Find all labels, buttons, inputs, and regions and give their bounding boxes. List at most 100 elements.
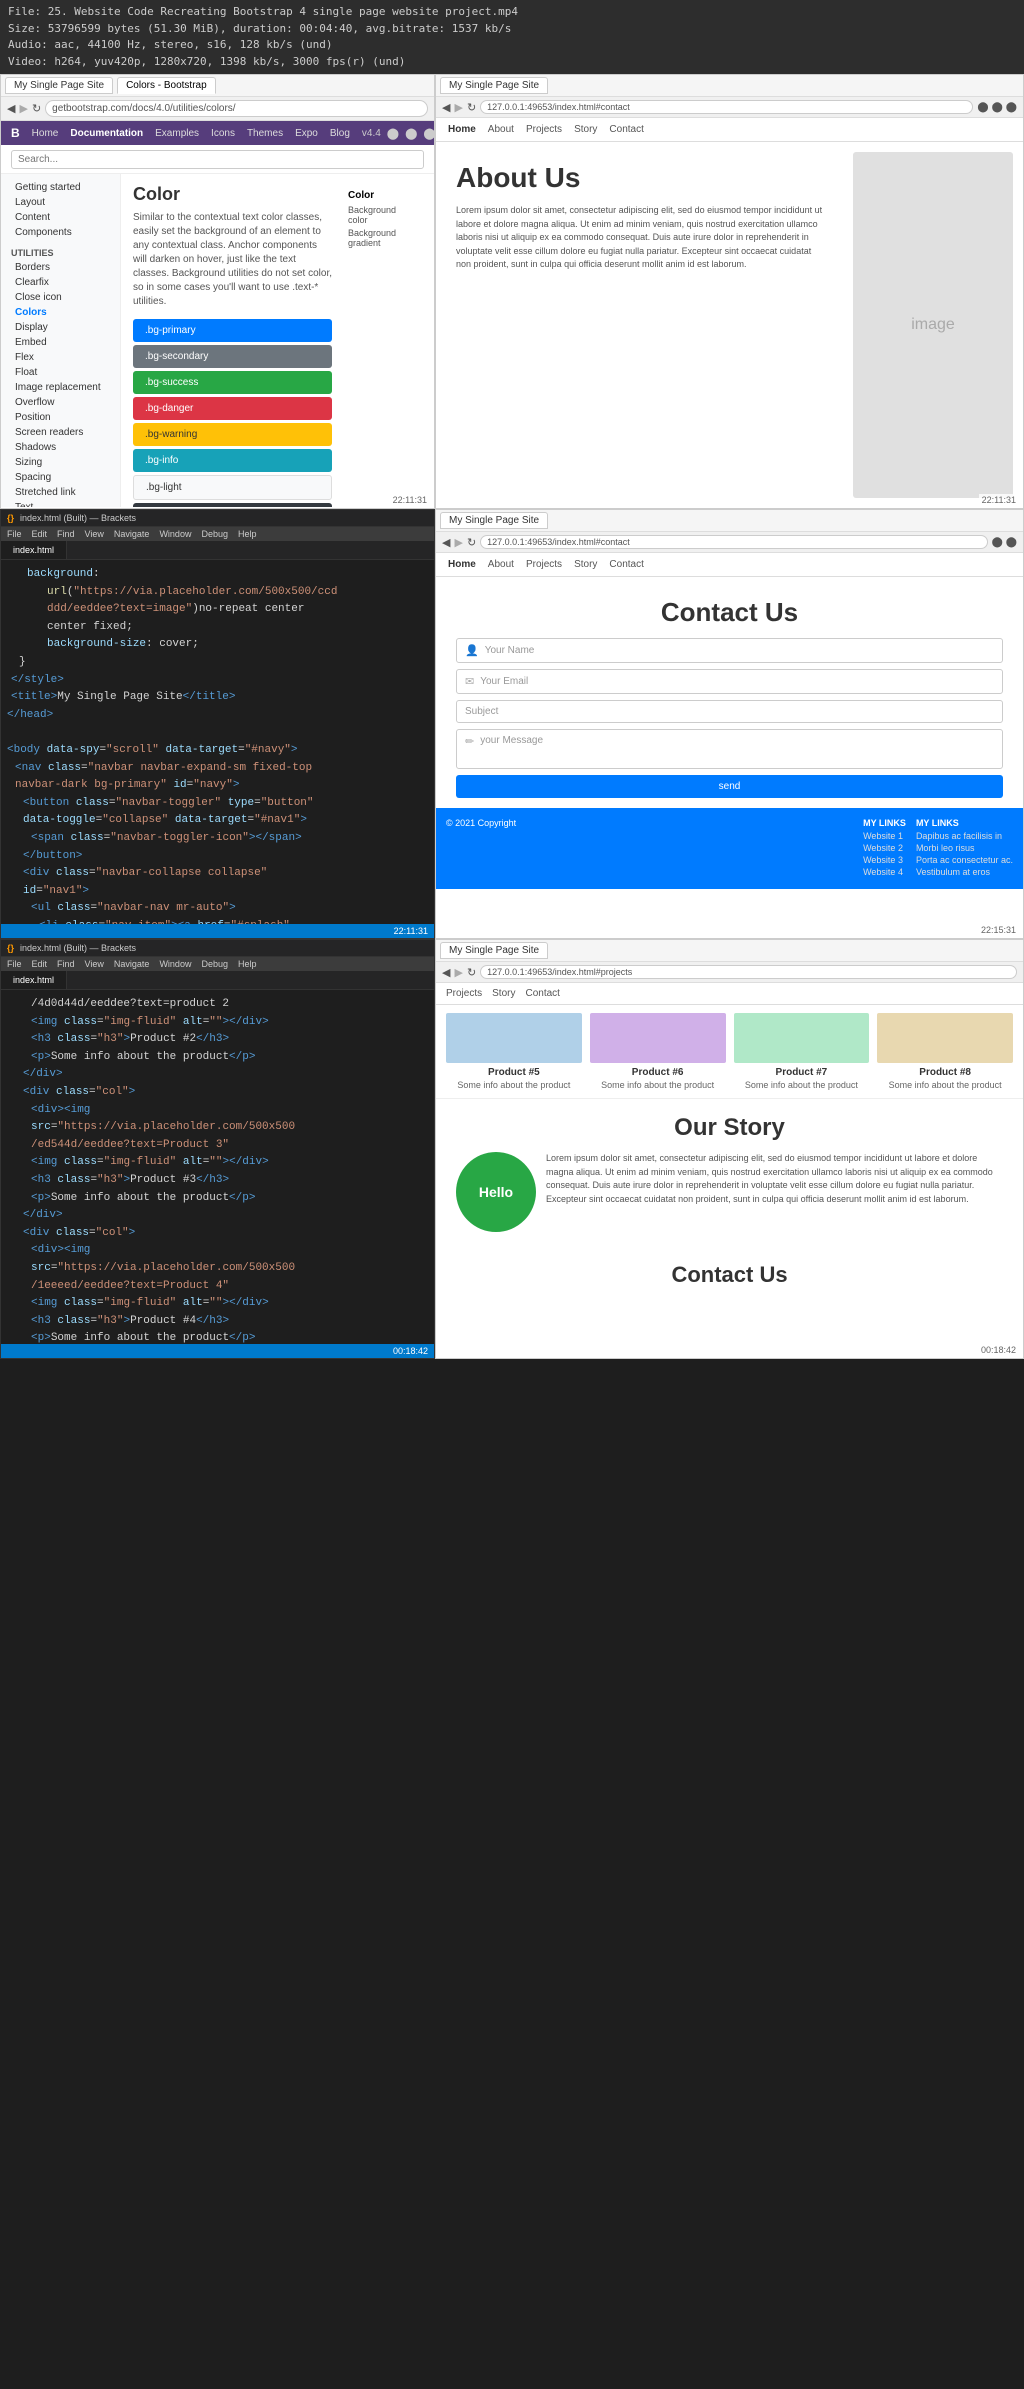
footer-link-website3[interactable]: Website 3 (863, 855, 906, 865)
about-nav-brand[interactable]: Home (448, 124, 476, 135)
bs-sidebar-sizing[interactable]: Sizing (1, 455, 120, 470)
footer-link-porta[interactable]: Porta ac consectetur ac. (916, 855, 1013, 865)
footer-link-website2[interactable]: Website 2 (863, 843, 906, 853)
menu-file-3[interactable]: File (7, 959, 22, 969)
menu-find-1[interactable]: Find (57, 529, 75, 539)
brackets-header-1: {} index.html (Built) — Brackets (1, 510, 434, 527)
contact-tab[interactable]: My Single Page Site (440, 512, 548, 529)
products-nav-story[interactable]: Story (492, 988, 515, 999)
bs-sidebar-spacing[interactable]: Spacing (1, 470, 120, 485)
contact-us-bottom: Contact Us (436, 1247, 1023, 1303)
bs-sidebar-getting-started[interactable]: Getting started (1, 180, 120, 195)
menu-window-3[interactable]: Window (159, 959, 191, 969)
bs-sidebar-components[interactable]: Components (1, 225, 120, 240)
bs-sidebar-layout[interactable]: Layout (1, 195, 120, 210)
bs-nav-home[interactable]: Home (32, 128, 59, 139)
menu-help-1[interactable]: Help (238, 529, 257, 539)
menu-view-1[interactable]: View (85, 529, 104, 539)
products-nav-projects[interactable]: Projects (446, 988, 482, 999)
about-tab[interactable]: My Single Page Site (440, 77, 548, 94)
menu-find-3[interactable]: Find (57, 959, 75, 969)
bs-sidebar-borders[interactable]: Borders (1, 260, 120, 275)
bs-sidebar-image-replacement[interactable]: Image replacement (1, 380, 120, 395)
bs-back-btn[interactable]: ◀ (7, 102, 15, 115)
bs-nav-documentation[interactable]: Documentation (70, 128, 143, 139)
bs-sidebar-overflow[interactable]: Overflow (1, 395, 120, 410)
footer-link-dapibus[interactable]: Dapibus ac facilisis in (916, 831, 1013, 841)
menu-navigate-3[interactable]: Navigate (114, 959, 150, 969)
footer-link-website4[interactable]: Website 4 (863, 867, 906, 877)
about-forward-btn[interactable]: ▶ (454, 101, 462, 114)
color-bar-warning: .bg-warning (133, 423, 332, 446)
bs-tab-singlepage[interactable]: My Single Page Site (5, 77, 113, 94)
brackets-tab-index-1[interactable]: index.html (1, 541, 67, 559)
bs-nav-expo[interactable]: Expo (295, 128, 318, 139)
footer-link-website1[interactable]: Website 1 (863, 831, 906, 841)
bs-nav-blog[interactable]: Blog (330, 128, 350, 139)
bs-sidebar-position[interactable]: Position (1, 410, 120, 425)
products-back-btn[interactable]: ◀ (442, 966, 450, 979)
code-line: </button> (1, 848, 434, 866)
menu-debug-1[interactable]: Debug (201, 529, 228, 539)
about-back-btn[interactable]: ◀ (442, 101, 450, 114)
menu-file-1[interactable]: File (7, 529, 22, 539)
menu-navigate-1[interactable]: Navigate (114, 529, 150, 539)
bs-sidebar-display[interactable]: Display (1, 320, 120, 335)
bs-sidebar-stretched-link[interactable]: Stretched link (1, 485, 120, 500)
bs-nav-icons[interactable]: Icons (211, 128, 235, 139)
bs-forward-btn[interactable]: ▶ (19, 102, 27, 115)
bs-sidebar-clearfix[interactable]: Clearfix (1, 275, 120, 290)
bs-address-input[interactable] (45, 100, 428, 117)
brackets-tab-index-3[interactable]: index.html (1, 971, 67, 989)
bs-refresh-btn[interactable]: ↻ (32, 102, 41, 115)
about-nav-about[interactable]: About (488, 124, 514, 135)
products-forward-btn[interactable]: ▶ (454, 966, 462, 979)
products-site-nav: Projects Story Contact (436, 983, 1023, 1005)
footer-link-vestibulum[interactable]: Vestibulum at eros (916, 867, 1013, 877)
bs-nav-themes[interactable]: Themes (247, 128, 283, 139)
bs-sidebar-float[interactable]: Float (1, 365, 120, 380)
menu-window-1[interactable]: Window (159, 529, 191, 539)
contact-nav-story[interactable]: Story (574, 559, 597, 570)
bs-nav-examples[interactable]: Examples (155, 128, 199, 139)
menu-edit-1[interactable]: Edit (32, 529, 48, 539)
about-nav-story[interactable]: Story (574, 124, 597, 135)
menu-edit-3[interactable]: Edit (32, 959, 48, 969)
bs-sidebar-embed[interactable]: Embed (1, 335, 120, 350)
menu-debug-3[interactable]: Debug (201, 959, 228, 969)
brackets-code-1: background: url("https://via.placeholder… (1, 560, 434, 924)
bs-sidebar-text[interactable]: Text (1, 500, 120, 507)
contact-nav-brand[interactable]: Home (448, 559, 476, 570)
about-nav-contact[interactable]: Contact (609, 124, 643, 135)
bs-sidebar-close-icon[interactable]: Close icon (1, 290, 120, 305)
bs-sidebar-shadows[interactable]: Shadows (1, 440, 120, 455)
contact-nav-projects[interactable]: Projects (526, 559, 562, 570)
products-nav-contact[interactable]: Contact (525, 988, 559, 999)
bs-sidebar-colors[interactable]: Colors (1, 305, 120, 320)
contact-forward-btn[interactable]: ▶ (454, 536, 462, 549)
menu-view-3[interactable]: View (85, 959, 104, 969)
products-address-input[interactable] (480, 965, 1017, 979)
send-button[interactable]: send (456, 775, 1003, 798)
menu-help-3[interactable]: Help (238, 959, 257, 969)
products-tab[interactable]: My Single Page Site (440, 942, 548, 959)
code-line: ddd/eeddee?text=image")no-repeat center (1, 601, 434, 619)
contact-back-btn[interactable]: ◀ (442, 536, 450, 549)
bs-sidebar-content[interactable]: Content (1, 210, 120, 225)
contact-refresh-btn[interactable]: ↻ (467, 536, 476, 549)
bs-sidebar-screen-readers[interactable]: Screen readers (1, 425, 120, 440)
contact-nav-about[interactable]: About (488, 559, 514, 570)
about-nav-projects[interactable]: Projects (526, 124, 562, 135)
code-line: <div class="navbar-collapse collapse" (1, 865, 434, 883)
bs-search-input[interactable] (11, 150, 424, 169)
about-address-input[interactable] (480, 100, 973, 114)
product-8-desc: Some info about the product (877, 1080, 1013, 1090)
contact-nav-contact[interactable]: Contact (609, 559, 643, 570)
products-refresh-btn[interactable]: ↻ (467, 966, 476, 979)
product-item-7: Product #7 Some info about the product (734, 1013, 870, 1090)
contact-address-input[interactable] (480, 535, 987, 549)
about-refresh-btn[interactable]: ↻ (467, 101, 476, 114)
footer-link-morbi[interactable]: Morbi leo risus (916, 843, 1013, 853)
bs-tab-colors[interactable]: Colors - Bootstrap (117, 77, 216, 94)
bs-sidebar-flex[interactable]: Flex (1, 350, 120, 365)
